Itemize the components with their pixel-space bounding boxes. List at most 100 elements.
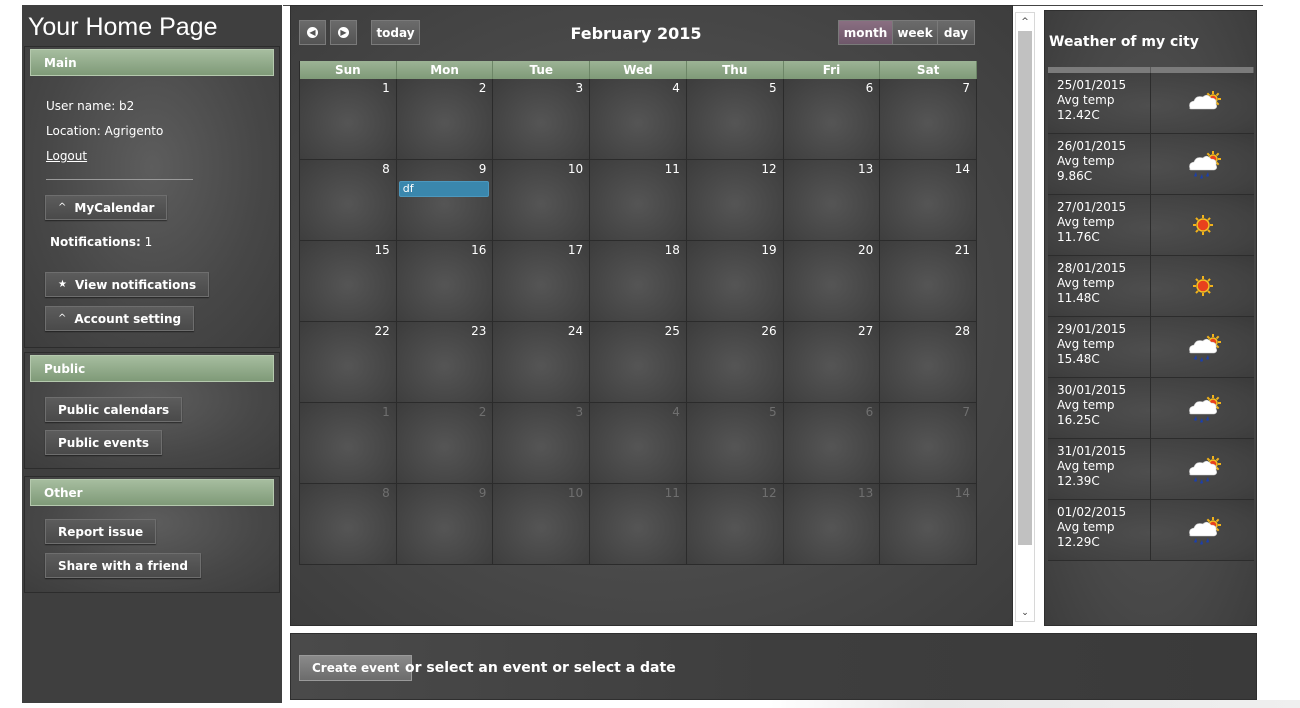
weather-temp: 12.39C: [1057, 474, 1100, 488]
calendar-day-cell[interactable]: 10: [493, 484, 591, 565]
day-number: 21: [954, 243, 971, 257]
calendar-day-cell[interactable]: 14: [880, 484, 978, 565]
calendar-day-cell[interactable]: 3: [493, 403, 591, 484]
calendar-day-cell[interactable]: 11: [590, 484, 687, 565]
public-calendars-button[interactable]: Public calendars: [45, 397, 183, 422]
my-calendar-label: MyCalendar: [74, 200, 155, 215]
day-number: 17: [567, 243, 584, 257]
weather-title: Weather of my city: [1049, 34, 1199, 50]
calendar-day-cell[interactable]: 12: [686, 160, 784, 241]
week-view-button[interactable]: week: [892, 20, 938, 45]
calendar-day-cell[interactable]: 9 df: [396, 160, 494, 241]
rain-sun-icon: [1151, 317, 1254, 377]
calendar-day-cell[interactable]: 28: [880, 322, 978, 403]
view-notifications-button[interactable]: ★ View notifications: [45, 272, 210, 297]
account-setting-label: Account setting: [74, 311, 182, 326]
calendar-day-cell[interactable]: 8: [300, 160, 397, 241]
calendar-day-cell[interactable]: 13: [783, 160, 881, 241]
calendar-day-cell[interactable]: 11: [590, 160, 687, 241]
scroll-down-icon[interactable]: ⌄: [1016, 604, 1034, 621]
calendar-day-cell[interactable]: 27: [783, 322, 881, 403]
calendar-day-cell[interactable]: 15: [300, 241, 397, 322]
scrollbar-thumb[interactable]: [1018, 31, 1032, 545]
public-section: Public Public calendars Public events: [24, 352, 280, 469]
day-number: 3: [575, 405, 584, 419]
calendar-week-row: 15 16 17 18 19 20 21: [300, 241, 978, 322]
calendar-day-cell[interactable]: 7: [880, 403, 978, 484]
day-number: 28: [954, 324, 971, 338]
weather-date: 29/01/2015: [1057, 322, 1127, 336]
weather-temp: 11.76C: [1057, 230, 1100, 244]
weather-info: 01/02/2015 Avg temp 12.29C: [1048, 500, 1151, 560]
calendar-day-cell[interactable]: 17: [493, 241, 591, 322]
calendar-day-cell[interactable]: 14: [880, 160, 978, 241]
day-number: 25: [664, 324, 680, 338]
calendar-event[interactable]: df: [398, 181, 490, 197]
calendar-day-cell[interactable]: 6: [783, 403, 881, 484]
calendar-day-cell[interactable]: 1: [300, 403, 397, 484]
account-setting-button[interactable]: ^ Account setting: [45, 306, 195, 331]
day-of-week-fri: Fri: [783, 61, 881, 79]
day-number: 3: [575, 81, 584, 95]
calendar-day-cell[interactable]: 22: [300, 322, 397, 403]
weather-info: 31/01/2015 Avg temp 12.39C: [1048, 439, 1151, 499]
calendar-day-cell[interactable]: 12: [686, 484, 784, 565]
calendar-day-cell[interactable]: 25: [590, 322, 687, 403]
view-notifications-label: View notifications: [74, 277, 197, 292]
chevron-up-icon: ^: [58, 202, 67, 213]
day-number: 5: [768, 81, 777, 95]
calendar-day-cell[interactable]: 6: [783, 79, 881, 160]
calendar-week-row: 1 2 3 4 5 6 7: [300, 403, 978, 484]
weather-date: 30/01/2015: [1057, 383, 1127, 397]
calendar-day-cell[interactable]: 7: [880, 79, 978, 160]
day-number: 12: [761, 486, 777, 500]
chevron-up-icon: ^: [58, 313, 67, 324]
weather-info: 29/01/2015 Avg temp 15.48C: [1048, 317, 1151, 377]
other-section-header[interactable]: Other: [30, 479, 274, 506]
calendar-day-cell[interactable]: 5: [686, 79, 784, 160]
calendar-day-cell[interactable]: 16: [396, 241, 494, 322]
weather-avg-label: Avg temp: [1057, 93, 1115, 107]
calendar-day-cell[interactable]: 2: [396, 79, 494, 160]
month-view-button[interactable]: month: [838, 20, 893, 45]
calendar-day-cell[interactable]: 3: [493, 79, 591, 160]
logout-link[interactable]: Logout: [46, 149, 87, 163]
calendar-day-cell[interactable]: 24: [493, 322, 591, 403]
my-calendar-button[interactable]: ^ MyCalendar: [45, 195, 168, 220]
day-number: 22: [374, 324, 390, 338]
calendar-day-cell[interactable]: 4: [590, 403, 687, 484]
weather-row: 29/01/2015 Avg temp 15.48C: [1048, 317, 1254, 378]
day-of-week-header: Sun Mon Tue Wed Thu Fri Sat: [300, 61, 978, 79]
calendar-day-cell[interactable]: 1: [300, 79, 397, 160]
calendar-day-cell[interactable]: 20: [783, 241, 881, 322]
calendar-day-cell[interactable]: 4: [590, 79, 687, 160]
weather-row: 26/01/2015 Avg temp 9.86C: [1048, 134, 1254, 195]
vertical-scrollbar[interactable]: ^ ⌄: [1015, 12, 1035, 622]
public-events-button[interactable]: Public events: [45, 430, 162, 455]
calendar-day-cell[interactable]: 2: [396, 403, 494, 484]
calendar-day-cell[interactable]: 10: [493, 160, 591, 241]
calendar-day-cell[interactable]: 9: [396, 484, 494, 565]
weather-date: 31/01/2015: [1057, 444, 1127, 458]
calendar-day-cell[interactable]: 19: [686, 241, 784, 322]
day-view-button[interactable]: day: [937, 20, 975, 45]
day-number: 7: [962, 405, 971, 419]
day-of-week-sun: Sun: [300, 61, 397, 79]
main-section-header[interactable]: Main: [30, 49, 274, 76]
calendar-day-cell[interactable]: 18: [590, 241, 687, 322]
report-issue-button[interactable]: Report issue: [45, 519, 157, 544]
calendar-day-cell[interactable]: 21: [880, 241, 978, 322]
weather-info: 28/01/2015 Avg temp 11.48C: [1048, 256, 1151, 316]
weather-date: 27/01/2015: [1057, 200, 1127, 214]
day-number: 24: [567, 324, 584, 338]
calendar-day-cell[interactable]: 23: [396, 322, 494, 403]
calendar-day-cell[interactable]: 13: [783, 484, 881, 565]
create-event-button[interactable]: Create event: [299, 655, 413, 681]
share-with-friend-button[interactable]: Share with a friend: [45, 553, 201, 578]
calendar-day-cell[interactable]: 5: [686, 403, 784, 484]
calendar-day-cell[interactable]: 8: [300, 484, 397, 565]
scroll-up-icon[interactable]: ^: [1016, 13, 1034, 30]
calendar-day-cell[interactable]: 26: [686, 322, 784, 403]
public-section-header[interactable]: Public: [30, 355, 274, 382]
rain-sun-icon: [1151, 439, 1254, 499]
